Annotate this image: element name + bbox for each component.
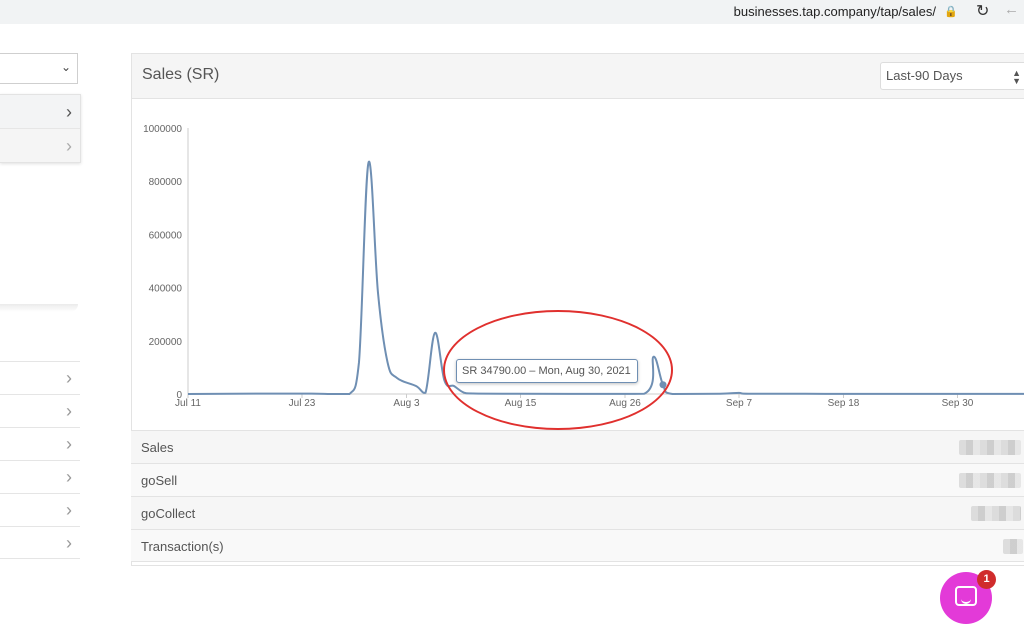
sidebar-list-item[interactable]: › xyxy=(0,493,80,526)
highlight-circle-annotation xyxy=(443,310,673,430)
redacted-value xyxy=(971,506,1021,521)
y-tick-label: 400000 xyxy=(149,284,183,295)
sidebar-list-item[interactable]: › xyxy=(0,460,80,493)
y-tick-label: 600000 xyxy=(149,230,183,241)
y-tick-label: 200000 xyxy=(149,337,183,348)
sidebar-card: › › xyxy=(0,94,81,163)
chevron-right-icon: › xyxy=(66,136,72,156)
y-tick-label: 800000 xyxy=(149,177,183,188)
chat-bubble-icon xyxy=(955,586,977,606)
chevron-right-icon: › xyxy=(66,368,72,388)
summary-label: Sales xyxy=(141,440,174,455)
y-tick-label: 1000000 xyxy=(143,124,182,135)
summary-label: goCollect xyxy=(141,506,196,521)
x-tick-label: Sep 30 xyxy=(942,398,974,409)
redacted-value xyxy=(959,473,1021,488)
sidebar-select[interactable]: ⌄ xyxy=(0,53,78,84)
chevron-down-icon: ⌄ xyxy=(60,60,71,74)
redacted-value xyxy=(959,440,1021,455)
chevron-right-icon: › xyxy=(66,401,72,421)
chevron-right-icon: › xyxy=(66,102,72,122)
x-tick-label: Sep 7 xyxy=(726,398,753,409)
lock-icon[interactable]: 🔒 xyxy=(944,5,958,18)
summary-row-transactions[interactable]: Transaction(s) xyxy=(131,529,1024,562)
summary-label: goSell xyxy=(141,473,178,488)
panel-title: Sales (SR) xyxy=(142,66,220,83)
date-range-select[interactable]: Last-90 Days ▲ ▼ xyxy=(880,62,1024,90)
x-tick-label: Sep 18 xyxy=(828,398,860,409)
panel-header: Sales (SR) Last-90 Days ▲ ▼ xyxy=(132,54,1024,99)
x-tick-label: Jul 23 xyxy=(289,398,316,409)
sidebar-list-item[interactable]: › xyxy=(0,427,80,460)
url-path: /tap/sales/ xyxy=(876,4,936,19)
chevron-right-icon: › xyxy=(66,500,72,520)
x-tick-label: Jul 11 xyxy=(175,398,201,409)
address-bar[interactable]: businesses.tap.company/tap/sales/ xyxy=(734,4,936,19)
sidebar-card-item[interactable]: › xyxy=(0,95,80,129)
date-range-value: Last-90 Days xyxy=(886,68,963,83)
sidebar-divider xyxy=(0,304,78,312)
reload-icon[interactable]: ↻ xyxy=(976,1,989,21)
summary-row-gosell[interactable]: goSell xyxy=(131,463,1024,496)
sidebar-card-item[interactable]: › xyxy=(0,129,80,162)
chevron-right-icon: › xyxy=(66,434,72,454)
summary-row-gocollect[interactable]: goCollect xyxy=(131,496,1024,529)
select-caret-icon: ▲ ▼ xyxy=(1012,68,1021,86)
chevron-right-icon: › xyxy=(66,533,72,553)
notification-badge: 1 xyxy=(977,570,996,589)
summary-row-sales[interactable]: Sales xyxy=(131,430,1024,463)
browser-toolbar: businesses.tap.company/tap/sales/ 🔒 ↻ ← xyxy=(0,0,1024,24)
redacted-value xyxy=(1003,539,1023,554)
x-tick-label: Aug 3 xyxy=(393,398,420,409)
summary-table: Sales goSell goCollect Transaction(s) xyxy=(131,430,1024,562)
sidebar-list: › › › › › › xyxy=(0,361,80,559)
chevron-right-icon: › xyxy=(66,467,72,487)
summary-label: Transaction(s) xyxy=(141,539,224,554)
sidebar-list-item[interactable]: › xyxy=(0,361,80,394)
sidebar-list-item[interactable]: › xyxy=(0,526,80,559)
url-host: businesses.tap.company xyxy=(733,4,877,19)
sidebar-list-item[interactable]: › xyxy=(0,394,80,427)
back-arrow-icon[interactable]: ← xyxy=(1004,1,1019,18)
